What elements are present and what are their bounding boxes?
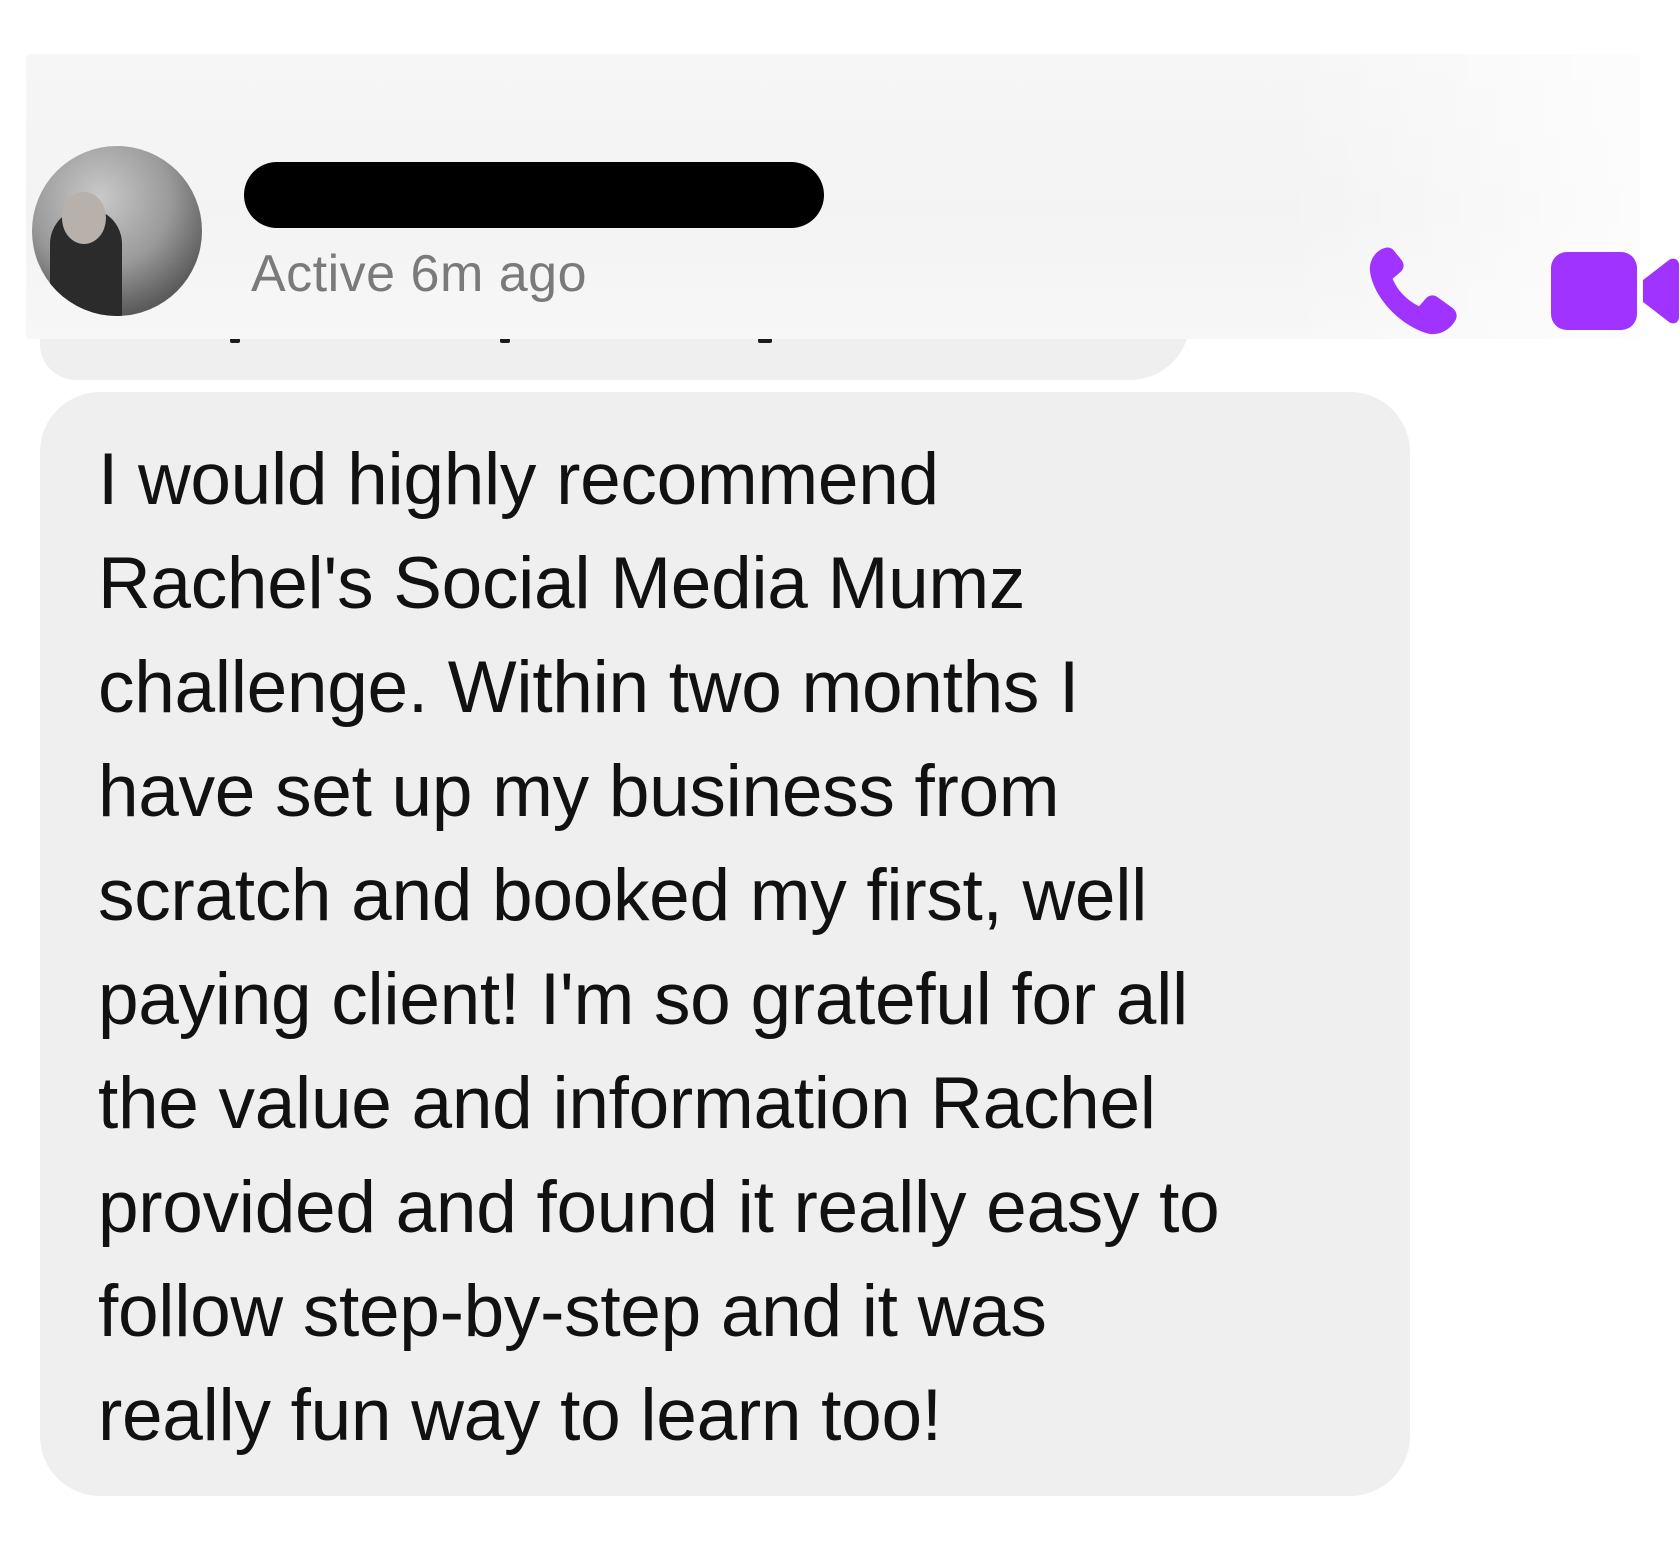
message-text: I would highly recommend Rachel's Social…: [98, 439, 1220, 1456]
message-bubble[interactable]: I would highly recommend Rachel's Social…: [40, 392, 1410, 1496]
active-status: Active 6m ago: [251, 245, 587, 303]
phone-icon[interactable]: [1362, 240, 1464, 342]
video-camera-icon[interactable]: [1551, 246, 1680, 336]
contact-name-redacted[interactable]: [244, 162, 824, 228]
conversation-header: Active 6m ago: [26, 54, 1679, 342]
chat-screen: Active 6m ago I would highly recommend R…: [0, 0, 1680, 1562]
avatar-photo-face: [62, 192, 106, 244]
contact-avatar[interactable]: [32, 146, 202, 316]
